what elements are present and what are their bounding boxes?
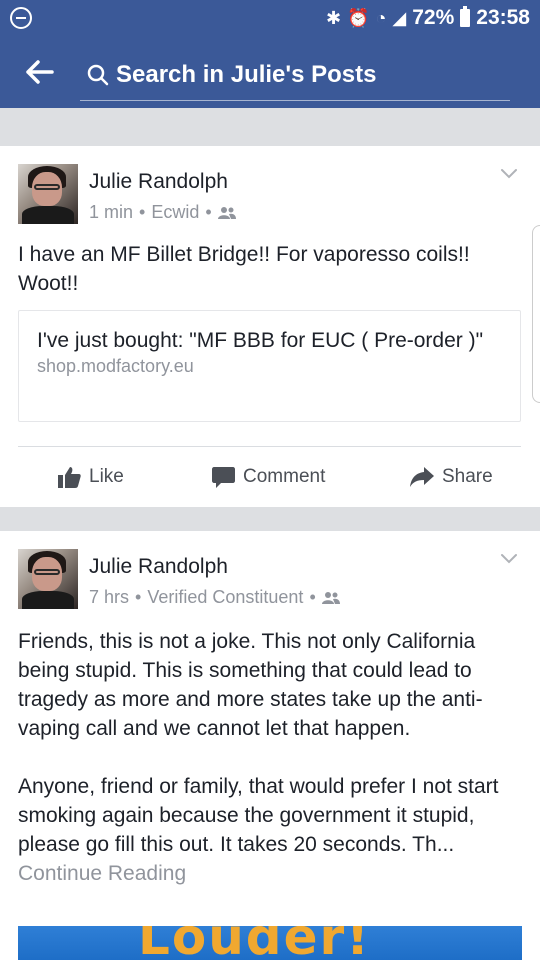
comment-icon — [212, 466, 235, 488]
post-source[interactable]: Ecwid — [151, 202, 199, 223]
post-paragraph: Friends, this is not a joke. This not on… — [18, 630, 483, 740]
feed-gap — [0, 108, 540, 146]
feed-gap — [0, 507, 540, 531]
avatar[interactable] — [18, 549, 78, 609]
share-label: Share — [442, 466, 493, 487]
meta-separator: • — [205, 202, 212, 222]
search-placeholder: Search in Julie's Posts — [116, 60, 377, 88]
post-source[interactable]: Verified Constituent — [147, 587, 303, 608]
minus-circle-icon — [10, 7, 32, 29]
post-image[interactable]: Louder! — [18, 926, 522, 960]
chevron-down-icon[interactable] — [500, 553, 518, 565]
post-author[interactable]: Julie Randolph — [89, 555, 228, 579]
share-arrow-icon — [410, 467, 434, 487]
battery-percent: 72% — [412, 6, 455, 29]
share-button[interactable]: Share — [410, 466, 493, 488]
bluetooth-icon: ✱ — [326, 7, 342, 28]
chevron-down-icon[interactable] — [500, 168, 518, 180]
continue-reading-link[interactable]: Continue Reading — [18, 862, 186, 885]
post-meta: 1 min • Ecwid • — [89, 202, 236, 223]
post-paragraph: Anyone, friend or family, that would pre… — [18, 772, 523, 888]
thumbs-up-icon — [58, 467, 81, 488]
link-title: I've just bought: "MF BBB for EUC ( Pre-… — [37, 329, 484, 352]
signal-icon: ◢ — [392, 7, 407, 28]
like-button[interactable]: Like — [58, 466, 124, 488]
meta-separator: • — [139, 202, 146, 222]
post-text: Friends, this is not a joke. This not on… — [18, 627, 523, 888]
alarm-icon: ⏰ — [347, 7, 370, 28]
meta-separator: • — [309, 587, 316, 607]
post-image-text: Louder! — [138, 926, 371, 960]
search-icon — [80, 64, 116, 86]
back-arrow-icon — [26, 60, 54, 84]
status-bar: ✱ ⏰ ◔ ◢ 72% 23:58 — [0, 0, 540, 36]
avatar[interactable] — [18, 164, 78, 224]
scroll-edge[interactable] — [532, 225, 540, 403]
post-meta: 7 hrs • Verified Constituent • — [89, 587, 340, 608]
post-author[interactable]: Julie Randolph — [89, 170, 228, 194]
comment-label: Comment — [243, 466, 326, 487]
post-paragraph-text: Anyone, friend or family, that would pre… — [18, 775, 499, 856]
post-text: I have an MF Billet Bridge!! For vapores… — [18, 243, 470, 295]
action-bar: Like Comment Share — [0, 447, 540, 507]
comment-button[interactable]: Comment — [212, 466, 325, 489]
post-card: Julie Randolph 1 min • Ecwid • I have an… — [0, 146, 540, 507]
status-icons: ✱ ⏰ ◔ ◢ 72% 23:58 — [326, 6, 530, 30]
post-time[interactable]: 7 hrs — [89, 587, 129, 608]
search-input[interactable]: Search in Julie's Posts — [80, 49, 510, 101]
search-header: Search in Julie's Posts — [0, 36, 540, 108]
friends-icon — [217, 206, 236, 219]
back-button[interactable] — [0, 36, 80, 108]
battery-icon — [460, 6, 471, 27]
meta-separator: • — [135, 587, 142, 607]
link-domain: shop.modfactory.eu — [37, 356, 194, 376]
link-preview[interactable]: I've just bought: "MF BBB for EUC ( Pre-… — [18, 310, 521, 422]
clock: 23:58 — [476, 6, 530, 29]
post-card: Julie Randolph 7 hrs • Verified Constitu… — [0, 531, 540, 960]
post-time[interactable]: 1 min — [89, 202, 133, 223]
wifi-icon: ◔ — [375, 7, 387, 28]
like-label: Like — [89, 466, 124, 487]
friends-icon — [321, 591, 340, 604]
